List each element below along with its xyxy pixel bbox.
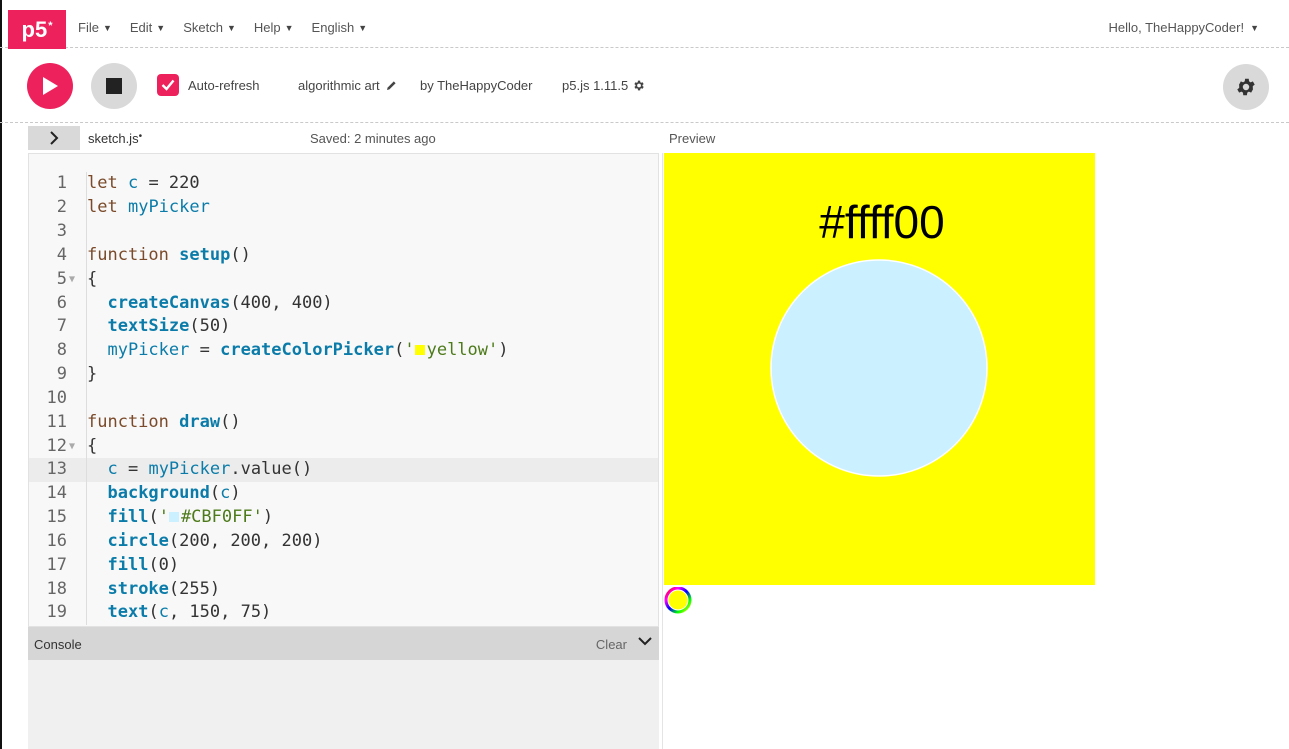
play-icon — [43, 77, 58, 95]
line-number: 3 — [56, 221, 67, 241]
menu-edit[interactable]: Edit ▼ — [130, 20, 165, 35]
line-number: 14 — [46, 483, 67, 503]
auto-refresh-label[interactable]: Auto-refresh — [188, 78, 260, 93]
code-line[interactable]: 19 text(c, 150, 75) — [29, 601, 658, 625]
line-number: 11 — [46, 412, 67, 432]
code-line[interactable]: 16 circle(200, 200, 200) — [29, 530, 658, 554]
line-number: 13 — [46, 459, 67, 479]
line-number: 4 — [56, 245, 67, 265]
auto-refresh-checkbox[interactable] — [157, 74, 179, 96]
menu-language[interactable]: English ▼ — [312, 20, 368, 35]
menu-file[interactable]: File ▼ — [78, 20, 112, 35]
pane-divider[interactable] — [662, 153, 663, 749]
gear-icon — [634, 80, 644, 91]
line-number: 8 — [56, 340, 67, 360]
line-number: 16 — [46, 531, 67, 551]
code-line[interactable]: 18 stroke(255) — [29, 578, 658, 602]
code-line[interactable]: 10 — [29, 387, 658, 411]
menu-sketch[interactable]: Sketch ▼ — [183, 20, 236, 35]
line-number: 12 — [46, 436, 67, 456]
code-line[interactable]: 3 — [29, 220, 658, 244]
stop-icon — [106, 78, 122, 94]
fold-arrow-icon[interactable]: ▼ — [69, 435, 75, 459]
color-swatch[interactable] — [168, 512, 179, 522]
gear-icon — [1237, 78, 1255, 96]
caret-down-icon: ▼ — [358, 22, 368, 33]
stop-button[interactable] — [91, 63, 137, 109]
user-menu[interactable]: Hello, TheHappyCoder! ▼ — [1108, 20, 1259, 35]
code-line[interactable]: 4 function setup() — [29, 244, 658, 268]
chevron-down-icon[interactable] — [637, 635, 653, 647]
line-number: 1 — [56, 173, 67, 193]
user-greeting: Hello, TheHappyCoder! — [1108, 20, 1245, 35]
line-number: 5 — [56, 269, 67, 289]
line-number: 10 — [46, 388, 67, 408]
console-output[interactable] — [28, 660, 659, 749]
code-line[interactable]: 2 let myPicker — [29, 196, 658, 220]
sketch-name[interactable]: algorithmic art — [298, 78, 397, 93]
pencil-icon[interactable] — [386, 80, 397, 91]
line-number: 7 — [56, 316, 67, 336]
caret-down-icon: ▼ — [1250, 22, 1259, 33]
fold-arrow-icon[interactable]: ▼ — [69, 268, 75, 292]
code-line[interactable]: 8 myPicker = createColorPicker(' yellow') — [29, 339, 658, 363]
file-tab[interactable]: sketch.js• — [88, 131, 142, 146]
code-line[interactable]: 17 fill(0) — [29, 554, 658, 578]
preview-label: Preview — [669, 131, 716, 146]
saved-status: Saved: 2 minutes ago — [310, 131, 436, 146]
color-picker-widget[interactable] — [664, 587, 694, 617]
line-number: 18 — [46, 579, 67, 599]
code-line[interactable]: 9} — [29, 363, 658, 387]
settings-button[interactable] — [1223, 64, 1269, 110]
caret-down-icon: ▼ — [284, 22, 294, 33]
main-menu: File ▼ Edit ▼ Sketch ▼ Help ▼ English ▼ — [78, 20, 367, 35]
caret-down-icon: ▼ — [226, 22, 236, 33]
top-nav: p5 * File ▼ Edit ▼ Sketch ▼ Help ▼ English ▼ H… — [0, 0, 1289, 49]
checkmark-icon — [161, 79, 175, 91]
sketch-owner[interactable]: by TheHappyCoder — [420, 78, 533, 93]
p5-logo[interactable]: p5 * — [8, 10, 66, 49]
line-number: 6 — [56, 293, 67, 313]
code-line[interactable]: 12 ▼{ — [29, 435, 658, 459]
version-selector[interactable]: p5.js 1.11.5 — [562, 78, 645, 93]
code-line-active[interactable]: 13 c = myPicker.value() — [29, 458, 658, 482]
unsaved-indicator: • — [138, 131, 143, 142]
sidebar-toggle-button[interactable] — [28, 126, 80, 150]
menu-help[interactable]: Help ▼ — [254, 20, 294, 35]
console-header: Console Clear — [28, 627, 659, 660]
code-line[interactable]: 6 createCanvas(400, 400) — [29, 292, 658, 316]
line-number: 2 — [56, 197, 67, 217]
console-clear-button[interactable]: Clear — [596, 637, 627, 652]
line-number: 19 — [46, 602, 67, 622]
line-number: 15 — [46, 507, 67, 527]
code-line[interactable]: 7 textSize(50) — [29, 315, 658, 339]
caret-down-icon: ▼ — [102, 22, 112, 33]
caret-down-icon: ▼ — [156, 22, 166, 33]
preview-canvas[interactable]: #ffff00 — [664, 153, 1095, 585]
line-number: 17 — [46, 555, 67, 575]
code-line[interactable]: 5 ▼{ — [29, 268, 658, 292]
play-button[interactable] — [27, 63, 73, 109]
canvas-color-text: #ffff00 — [819, 196, 945, 248]
toolbar: Auto-refresh algorithmic art by TheHappy… — [0, 49, 1289, 123]
chevron-right-icon — [50, 131, 59, 145]
code-line[interactable]: 1 let c = 220 — [29, 172, 658, 196]
code-editor[interactable]: 1 let c = 220 2 let myPicker 3 4 function s… — [28, 153, 659, 627]
console-title: Console — [34, 637, 82, 652]
code-line[interactable]: 11 function draw() — [29, 411, 658, 435]
code-line[interactable]: 15 fill(' #CBF0FF') — [29, 506, 658, 530]
color-swatch[interactable] — [414, 345, 425, 355]
code-line[interactable]: 14 background(c) — [29, 482, 658, 506]
line-number: 9 — [56, 364, 67, 384]
